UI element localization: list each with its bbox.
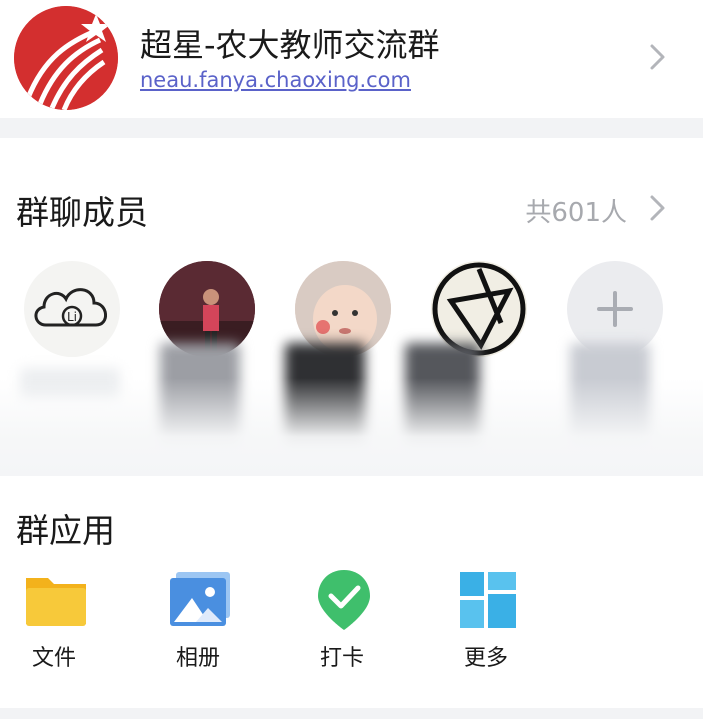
- app-label: 文件: [31, 646, 76, 671]
- chaoxing-star-logo-icon: [14, 6, 118, 110]
- app-label: 相册: [175, 646, 220, 671]
- cloud-logo-icon: Li: [34, 288, 107, 327]
- app-check-in[interactable]: 打卡: [292, 568, 392, 678]
- group-title: 超星-农大教师交流群: [140, 26, 440, 64]
- group-avatar: [14, 6, 118, 110]
- app-album[interactable]: 相册: [148, 568, 248, 678]
- group-header[interactable]: 超星-农大教师交流群 neau.fanya.chaoxing.com: [0, 0, 703, 118]
- members-section: 群聊成员 共601人 Li: [0, 138, 703, 476]
- app-more[interactable]: 更多: [436, 568, 536, 678]
- app-label: 打卡: [319, 646, 364, 671]
- photo-album-icon: [170, 572, 230, 626]
- apps-section: 群应用 文件 相册 打卡 更多: [0, 476, 703, 708]
- section-divider: [0, 708, 703, 719]
- group-domain-link[interactable]: neau.fanya.chaoxing.com: [140, 68, 411, 92]
- app-label: 更多: [463, 646, 508, 671]
- members-title: 群聊成员: [16, 193, 148, 232]
- folder-icon: [26, 578, 86, 626]
- obscured-overlay: [0, 378, 703, 476]
- chevron-right-icon[interactable]: [647, 42, 669, 72]
- apps-title: 群应用: [16, 511, 115, 550]
- more-grid-icon: [460, 572, 516, 628]
- svg-text:Li: Li: [67, 310, 77, 324]
- check-in-icon: [318, 570, 370, 630]
- app-files[interactable]: 文件: [4, 568, 104, 678]
- member-avatar[interactable]: Li: [24, 261, 120, 357]
- members-count[interactable]: 共601人: [525, 192, 627, 229]
- chevron-right-icon[interactable]: [647, 193, 669, 223]
